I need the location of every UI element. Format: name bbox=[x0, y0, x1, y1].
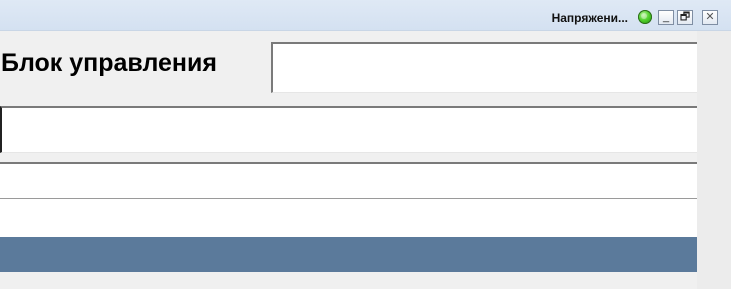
list-item[interactable] bbox=[0, 164, 697, 199]
status-ok-icon bbox=[638, 10, 652, 24]
header-bar bbox=[0, 237, 698, 272]
main-content: Блок управления bbox=[0, 31, 698, 289]
control-block-label: Блок управления bbox=[1, 49, 217, 77]
restore-button[interactable]: 🗗 bbox=[677, 10, 693, 25]
close-button[interactable]: ✕ bbox=[702, 10, 718, 25]
right-panel-edge bbox=[697, 31, 731, 289]
window-title: Напряжени... bbox=[551, 11, 628, 25]
field-list bbox=[0, 162, 698, 237]
minimize-button[interactable]: _ bbox=[658, 10, 674, 25]
control-block-input[interactable] bbox=[271, 42, 698, 93]
wide-text-field[interactable] bbox=[0, 106, 698, 153]
bottom-area bbox=[0, 272, 698, 289]
application-window: Напряжени... _ 🗗 ✕ Блок управления bbox=[0, 0, 731, 289]
title-bar: Напряжени... _ 🗗 ✕ bbox=[0, 0, 731, 31]
list-item[interactable] bbox=[0, 199, 697, 234]
